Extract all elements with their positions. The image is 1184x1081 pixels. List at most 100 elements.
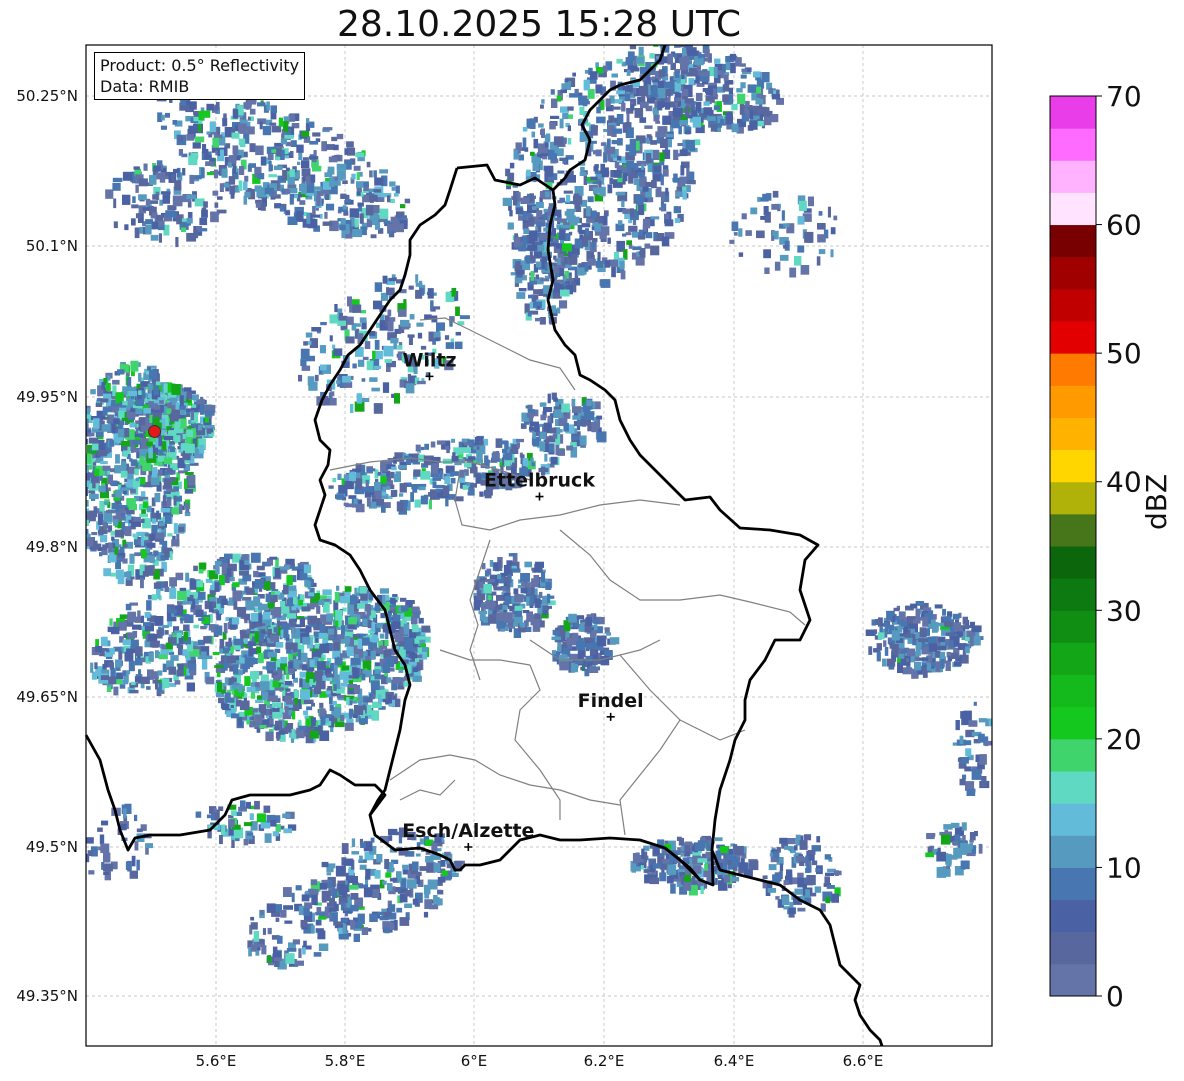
echo-pixel (243, 195, 248, 205)
echo-pixel (461, 447, 471, 453)
echo-pixel (371, 710, 379, 721)
echo-pixel (626, 85, 633, 92)
echo-pixel (102, 406, 108, 416)
echo-pixel (125, 510, 135, 515)
echo-pixel (613, 170, 622, 178)
echo-pixel (662, 56, 668, 64)
echo-pixel (183, 631, 189, 641)
echo-pixel (157, 670, 163, 676)
echo-pixel (185, 408, 190, 412)
echo-pixel (487, 594, 492, 601)
echo-pixel (205, 161, 215, 166)
echo-pixel (728, 87, 733, 95)
echo-pixel (158, 679, 162, 683)
echo-pixel (223, 622, 228, 634)
echo-pixel (412, 484, 418, 493)
echo-pixel (683, 37, 686, 43)
echo-pixel (557, 448, 565, 456)
echo-pixel (680, 79, 686, 85)
echo-pixel (555, 279, 564, 283)
echo-pixel (146, 686, 151, 690)
echo-pixel (532, 206, 537, 210)
echo-pixel (188, 474, 196, 486)
echo-pixel (677, 143, 683, 146)
echo-pixel (580, 419, 590, 426)
echo-pixel (304, 715, 309, 719)
echo-pixel (196, 580, 204, 588)
echo-pixel (531, 131, 536, 138)
echo-pixel (102, 465, 111, 471)
echo-pixel (225, 641, 233, 647)
echo-pixel (292, 642, 298, 653)
echo-pixel (312, 206, 316, 216)
echo-pixel (122, 670, 126, 676)
echo-pixel (624, 93, 631, 102)
echo-pixel (320, 322, 327, 326)
echo-pixel (571, 398, 576, 407)
echo-pixel (291, 563, 295, 567)
echo-pixel (198, 617, 205, 621)
echo-pixel (111, 423, 116, 434)
echo-pixel (605, 146, 616, 154)
echo-pixel (133, 533, 138, 540)
echo-pixel (109, 439, 115, 447)
echo-pixel (516, 292, 526, 299)
echo-pixel (239, 571, 249, 576)
echo-pixel (701, 54, 705, 58)
echo-pixel (105, 189, 114, 199)
echo-pixel (250, 552, 261, 563)
echo-pixel (672, 177, 681, 182)
echo-pixel (497, 604, 503, 610)
echo-pixel (543, 165, 554, 171)
echo-pixel (397, 685, 405, 690)
echo-pixel (134, 676, 141, 683)
echo-pixel (124, 224, 129, 231)
echo-pixel (286, 700, 295, 705)
echo-pixel (285, 564, 290, 570)
echo-pixel (111, 626, 120, 635)
echo-pixel (376, 499, 385, 506)
echo-pixel (244, 676, 251, 686)
echo-pixel (622, 172, 628, 182)
echo-pixel (370, 680, 380, 690)
echo-pixel (185, 502, 190, 513)
echo-pixel (293, 596, 297, 605)
echo-pixel (612, 128, 622, 134)
echo-pixel (408, 285, 414, 290)
echo-pixel (80, 481, 84, 486)
echo-pixel (547, 393, 551, 404)
echo-pixel (145, 219, 154, 225)
echo-pixel (308, 592, 315, 597)
echo-pixel (526, 169, 531, 177)
echo-pixel (120, 440, 130, 447)
echo-pixel (160, 404, 164, 413)
echo-pixel (597, 251, 601, 262)
echo-pixel (309, 679, 314, 686)
echo-pixel (281, 623, 291, 630)
echo-pixel (171, 384, 181, 395)
echo-pixel (373, 403, 383, 414)
echo-pixel (731, 123, 739, 133)
echo-pixel (682, 47, 687, 58)
echo-pixel (382, 382, 390, 393)
echo-pixel (148, 652, 154, 662)
echo-pixel (158, 682, 163, 693)
echo-pixel (527, 312, 532, 317)
echo-pixel (444, 476, 450, 484)
echo-pixel (536, 306, 541, 310)
echo-pixel (581, 223, 591, 228)
echo-pixel (273, 165, 283, 171)
echo-pixel (301, 131, 310, 137)
echo-pixel (209, 121, 216, 133)
echo-pixel (346, 141, 354, 148)
echo-pixel (414, 499, 421, 508)
echo-pixel (753, 71, 761, 78)
echo-pixel (318, 599, 325, 605)
echo-pixel (514, 594, 524, 602)
echo-pixel (253, 570, 259, 578)
radar-map[interactable]: WiltzEttelbruckFindelEsch/Alzette 5.6°E 5… (0, 0, 1184, 1081)
echo-pixel (287, 216, 298, 225)
echo-pixel (663, 39, 672, 44)
echo-pixel (645, 232, 653, 239)
echo-pixel (304, 579, 309, 587)
